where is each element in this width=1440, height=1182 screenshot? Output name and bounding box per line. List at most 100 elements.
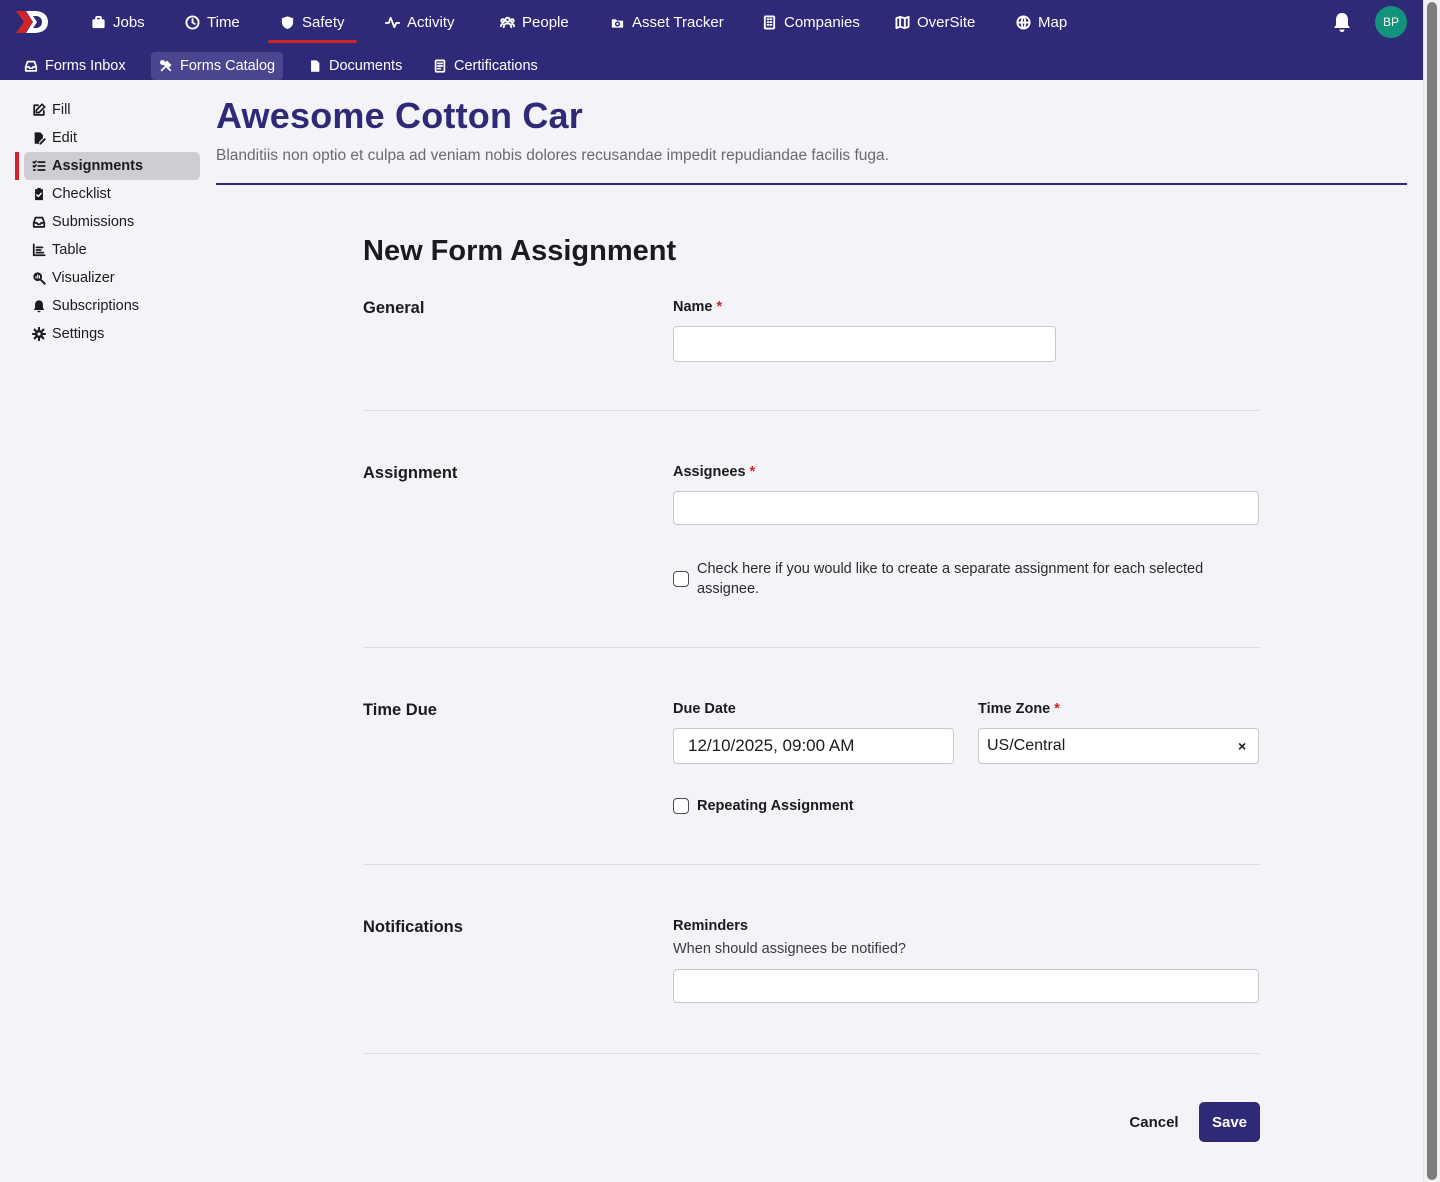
sidebar-item-label: Checklist [52, 186, 111, 202]
required-marker: * [1054, 701, 1060, 717]
nav-item-label: Companies [784, 13, 860, 31]
scrollbar-thumb[interactable] [1427, 2, 1437, 1180]
sidebar-item-table[interactable]: Table [24, 236, 200, 264]
name-input[interactable] [673, 326, 1056, 362]
assignees-label-text: Assignees [673, 464, 746, 480]
bell-icon [33, 300, 45, 313]
sidebar-item-label: Visualizer [52, 270, 115, 286]
sidebar-item-label: Subscriptions [52, 298, 140, 314]
reminders-label: Reminders [673, 918, 748, 934]
sidebar-item-label: Settings [52, 326, 105, 342]
time-zone-label: Time Zone * [978, 701, 1060, 717]
section-divider [363, 410, 1260, 411]
nav-item-time[interactable]: Time [185, 0, 240, 44]
certificate-icon [434, 59, 446, 73]
nav-item-label: Map [1038, 13, 1068, 31]
nav-item-jobs[interactable]: Jobs [91, 0, 145, 44]
nav-item-safety[interactable]: Safety [268, 0, 356, 44]
activity-icon [385, 16, 400, 28]
inbox-icon [32, 216, 46, 228]
inbox-icon [24, 60, 38, 72]
sidebar-item-label: Assignments [52, 158, 144, 174]
sidebar-item-checklist[interactable]: Checklist [24, 180, 200, 208]
subnav-item-certifications[interactable]: Certifications [425, 52, 546, 80]
sidebar-item-edit[interactable]: Edit [24, 124, 200, 152]
avatar-initials: BP [1382, 15, 1399, 29]
sidebar-item-label: Table [52, 242, 87, 258]
nav-item-label: Asset Tracker [632, 13, 724, 31]
nav-item-label: Safety [302, 13, 345, 31]
assignees-input[interactable] [673, 491, 1259, 525]
company-logo-icon[interactable] [14, 8, 50, 36]
nav-item-companies[interactable]: Companies [762, 0, 860, 44]
sidebar-item-fill[interactable]: Fill [24, 96, 200, 124]
repeating-assignment-checkbox[interactable] [673, 798, 689, 814]
page-title: Awesome Cotton Car [216, 95, 583, 136]
main-nav: Jobs Time Safety Activity People Asset T… [0, 0, 1423, 44]
user-avatar[interactable]: BP [1375, 6, 1407, 38]
assignees-label: Assignees * [673, 464, 755, 480]
edit-icon [33, 103, 46, 116]
tools-icon [160, 60, 172, 72]
people-icon [500, 16, 515, 28]
list-check-icon [32, 160, 46, 171]
reminders-help: When should assignees be notified? [673, 941, 906, 957]
repeating-assignment-label: Repeating Assignment [697, 798, 854, 814]
separate-assignment-checkbox[interactable] [673, 571, 689, 587]
nav-item-map[interactable]: Map [1016, 0, 1067, 44]
nav-item-label: People [522, 13, 569, 31]
section-label-assignment: Assignment [363, 464, 458, 482]
magnify-chart-icon [33, 272, 46, 285]
required-marker: * [716, 299, 723, 315]
page-scrollbar[interactable] [1423, 0, 1440, 1182]
form-title: New Form Assignment [363, 235, 677, 267]
time-zone-select[interactable] [978, 728, 1259, 764]
sub-nav: Forms Inbox Forms Catalog Documents Cert… [0, 52, 1423, 80]
page-description: Blanditiis non optio et culpa ad veniam … [216, 147, 889, 164]
reminders-input[interactable] [673, 969, 1259, 1003]
clock-icon [185, 14, 200, 30]
required-marker: * [749, 464, 756, 480]
nav-item-activity[interactable]: Activity [385, 0, 455, 44]
section-divider [363, 647, 1260, 648]
subnav-item-documents[interactable]: Documents [300, 52, 410, 80]
briefcase-icon [92, 15, 105, 28]
sidebar-item-visualizer[interactable]: Visualizer [24, 264, 200, 292]
sidebar-item-label: Fill [52, 102, 71, 118]
nav-item-label: OverSite [917, 13, 976, 31]
sidebar-item-settings[interactable]: Settings [24, 320, 200, 348]
sidebar-item-submissions[interactable]: Submissions [24, 208, 200, 236]
separate-assignment-label: Check here if you would like to create a… [697, 561, 1204, 597]
bell-icon[interactable] [1332, 11, 1352, 33]
name-label-text: Name [673, 299, 713, 315]
save-button[interactable]: Save [1199, 1102, 1260, 1142]
asset-tracker-icon [611, 18, 624, 28]
top-bar: Jobs Time Safety Activity People Asset T… [0, 0, 1423, 80]
section-label-general: General [363, 299, 425, 317]
section-label-notifications: Notifications [363, 918, 463, 936]
file-edit-icon [34, 132, 46, 145]
subnav-item-label: Forms Catalog [180, 58, 276, 74]
due-date-label: Due Date [673, 701, 736, 717]
nav-item-asset-tracker[interactable]: Asset Tracker [610, 0, 724, 44]
sidebar-item-assignments[interactable]: Assignments [15, 152, 200, 180]
nav-item-label: Activity [407, 13, 455, 31]
app-viewport: Jobs Time Safety Activity People Asset T… [0, 0, 1423, 1182]
nav-item-oversite[interactable]: OverSite [895, 0, 975, 44]
nav-item-label: Time [207, 13, 240, 31]
clipboard-check-icon [35, 187, 43, 201]
subnav-item-label: Certifications [454, 58, 538, 74]
section-label-time-due: Time Due [363, 701, 437, 719]
subnav-item-forms-inbox[interactable]: Forms Inbox [16, 52, 134, 80]
subnav-item-label: Forms Inbox [45, 58, 126, 74]
sidebar-item-subscriptions[interactable]: Subscriptions [24, 292, 200, 320]
clear-time-zone-icon[interactable]: × [1238, 738, 1246, 754]
shield-icon [281, 15, 294, 29]
due-date-input[interactable] [673, 728, 954, 764]
subnav-item-forms-catalog[interactable]: Forms Catalog [151, 52, 284, 80]
section-divider [363, 864, 1260, 865]
cancel-button[interactable]: Cancel [1118, 1102, 1190, 1142]
nav-item-people[interactable]: People [500, 0, 569, 44]
subnav-item-label: Documents [329, 58, 403, 74]
time-zone-label-text: Time Zone [978, 701, 1051, 717]
